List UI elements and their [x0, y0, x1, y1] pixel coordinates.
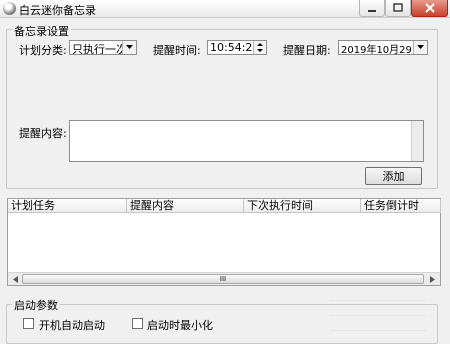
column-header[interactable]: 下次执行时间: [244, 199, 361, 213]
remind-time-label: 提醒时间:: [153, 44, 201, 57]
remind-date-picker[interactable]: 2019年10月29日 !: [338, 40, 428, 55]
content-label: 提醒内容:: [19, 127, 67, 140]
maximize-button[interactable]: [385, 0, 411, 17]
minimize-on-start-checkbox[interactable]: [132, 318, 143, 329]
divider: [330, 315, 426, 316]
add-button[interactable]: 添加: [365, 167, 422, 185]
divider: [330, 330, 426, 331]
startup-label: 启动参数: [12, 297, 60, 313]
divider: [330, 300, 426, 301]
time-spin-buttons[interactable]: [253, 41, 266, 54]
scroll-thumb[interactable]: III: [22, 274, 424, 284]
window-title: 白云迷你备忘录: [19, 4, 96, 17]
plan-type-value: 只执行一次: [72, 43, 127, 55]
horizontal-scrollbar[interactable]: III: [8, 272, 440, 285]
scroll-left-icon[interactable]: [10, 274, 21, 284]
remind-date-label: 提醒日期:: [283, 44, 331, 57]
cloud-app-icon: [3, 2, 16, 15]
column-header[interactable]: 任务倒计时: [361, 199, 441, 213]
chevron-down-icon[interactable]: [122, 41, 136, 54]
memo-settings-label: 备忘录设置: [12, 23, 71, 39]
maximize-icon: [393, 3, 403, 12]
remind-time-value: 10:54:22: [210, 41, 260, 54]
content-scrollbar[interactable]: [411, 121, 423, 161]
close-icon: [424, 3, 435, 13]
auto-start-checkbox[interactable]: [23, 318, 34, 329]
column-header[interactable]: 计划任务: [8, 199, 127, 213]
minimize-icon: [368, 10, 376, 12]
scroll-right-icon[interactable]: [427, 274, 438, 284]
close-button[interactable]: [411, 0, 448, 17]
plan-type-label: 计划分类:: [19, 44, 67, 57]
calendar-dropdown-icon[interactable]: [413, 41, 427, 54]
remind-time-input[interactable]: 10:54:22: [207, 40, 267, 55]
task-table[interactable]: 计划任务 提醒内容 下次执行时间 任务倒计时 III: [7, 198, 441, 286]
minimize-on-start-label[interactable]: 启动时最小化: [147, 317, 213, 333]
plan-type-select[interactable]: 只执行一次: [69, 40, 137, 55]
content-textarea[interactable]: [69, 120, 424, 162]
auto-start-label[interactable]: 开机自动启动: [39, 317, 105, 333]
column-header[interactable]: 提醒内容: [127, 199, 244, 213]
spin-arrows-icon: [257, 43, 263, 52]
minimize-button[interactable]: [359, 0, 385, 17]
